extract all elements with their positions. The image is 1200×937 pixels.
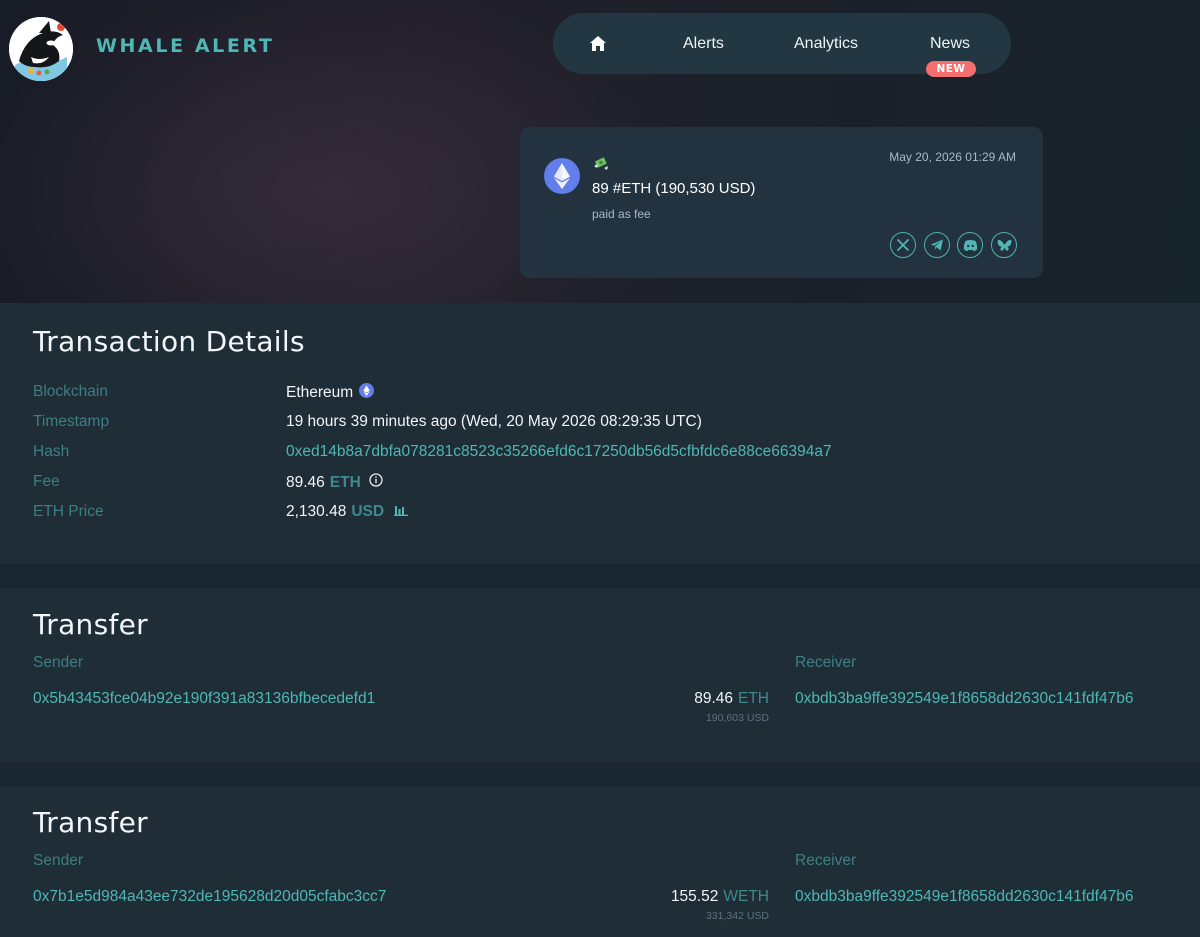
value-eth-price: 2,130.48 USD — [286, 503, 409, 521]
ethereum-icon — [544, 158, 580, 194]
fee-unit: ETH — [329, 473, 361, 491]
transfer-amount-value: 89.46 — [694, 690, 733, 707]
sender-label: Sender — [33, 852, 83, 869]
transfer-amount-unit: ETH — [738, 690, 769, 707]
receiver-address-link[interactable]: 0xbdb3ba9ffe392549e1f8658dd2630c141fdf47… — [795, 888, 1133, 906]
transfer-title: Transfer — [33, 608, 148, 641]
nav-news[interactable]: News — [930, 35, 970, 53]
sender-address-link[interactable]: 0x5b43453fce04b92e190f391a83136bfbecedef… — [33, 690, 375, 708]
value-timestamp: 19 hours 39 minutes ago (Wed, 20 May 202… — [286, 413, 702, 430]
telegram-icon — [931, 239, 943, 251]
label-timestamp: Timestamp — [33, 413, 110, 430]
transfer-usd-value: 331,342 USD — [705, 910, 769, 922]
home-icon — [590, 36, 606, 51]
nav-home[interactable] — [588, 34, 608, 54]
alert-card: May 20, 2026 01:29 AM 89 #ETH (190,530 U… — [520, 127, 1043, 278]
share-discord-button[interactable] — [957, 232, 983, 258]
page: WHALE ALERT Alerts Analytics News NEW Ma… — [0, 0, 1200, 937]
share-telegram-button[interactable] — [924, 232, 950, 258]
transfer-amount-unit: WETH — [723, 888, 769, 905]
info-icon[interactable] — [369, 473, 383, 492]
receiver-address-link[interactable]: 0xbdb3ba9ffe392549e1f8658dd2630c141fdf47… — [795, 690, 1133, 708]
brand-name[interactable]: WHALE ALERT — [96, 35, 274, 57]
transfer-title: Transfer — [33, 806, 148, 839]
transfer-amount-value: 155.52 — [670, 888, 719, 905]
transfer-amount: 155.52 WETH — [671, 888, 769, 906]
share-x-button[interactable] — [890, 232, 916, 258]
label-blockchain: Blockchain — [33, 383, 108, 400]
discord-icon — [963, 239, 977, 251]
money-with-wings-icon — [592, 154, 610, 172]
value-blockchain: Ethereum — [286, 383, 375, 403]
transaction-details-title: Transaction Details — [33, 325, 305, 358]
receiver-label: Receiver — [795, 654, 857, 671]
share-bluesky-button[interactable] — [991, 232, 1017, 258]
whale-alert-logo[interactable] — [9, 17, 73, 81]
nav-alerts[interactable]: Alerts — [683, 35, 724, 53]
transfer-section-1: Transfer Sender Receiver 0x5b43453fce04b… — [0, 588, 1200, 762]
label-hash: Hash — [33, 443, 70, 460]
news-new-badge: NEW — [926, 61, 976, 77]
alert-amount: 89 #ETH (190,530 USD) — [592, 180, 756, 197]
receiver-label: Receiver — [795, 852, 857, 869]
value-hash-link[interactable]: 0xed14b8a7dbfa078281c8523c35266efd6c1725… — [286, 443, 832, 461]
sender-label: Sender — [33, 654, 83, 671]
orca-icon — [9, 17, 73, 81]
x-icon — [897, 239, 909, 251]
section-divider — [0, 564, 1200, 588]
header-hero: WHALE ALERT Alerts Analytics News NEW Ma… — [0, 0, 1200, 303]
alert-timestamp: May 20, 2026 01:29 AM — [889, 150, 1016, 164]
label-fee: Fee — [33, 473, 60, 490]
bluesky-icon — [997, 239, 1011, 251]
fee-amount: 89.46 — [286, 473, 325, 491]
transaction-details-section: Transaction Details Blockchain Ethereum … — [0, 303, 1200, 564]
sender-address-link[interactable]: 0x7b1e5d984a43ee732de195628d20d05cfabc3c… — [33, 888, 386, 906]
blockchain-name: Ethereum — [286, 384, 354, 401]
label-eth-price: ETH Price — [33, 503, 104, 520]
alert-subtitle: paid as fee — [592, 207, 651, 221]
transfer-section-2: Transfer Sender Receiver 0x7b1e5d984a43e… — [0, 786, 1200, 937]
eth-price-amount: 2,130.48 — [286, 503, 347, 520]
value-fee: 89.46 ETH — [286, 473, 383, 492]
transfer-usd-value: 190,603 USD — [705, 712, 769, 724]
eth-price-unit: USD — [351, 503, 385, 520]
transfer-amount: 89.46 ETH — [694, 690, 769, 708]
nav-analytics[interactable]: Analytics — [794, 35, 858, 53]
ethereum-small-icon — [359, 383, 375, 403]
bar-chart-icon[interactable] — [394, 503, 409, 521]
section-divider — [0, 762, 1200, 786]
